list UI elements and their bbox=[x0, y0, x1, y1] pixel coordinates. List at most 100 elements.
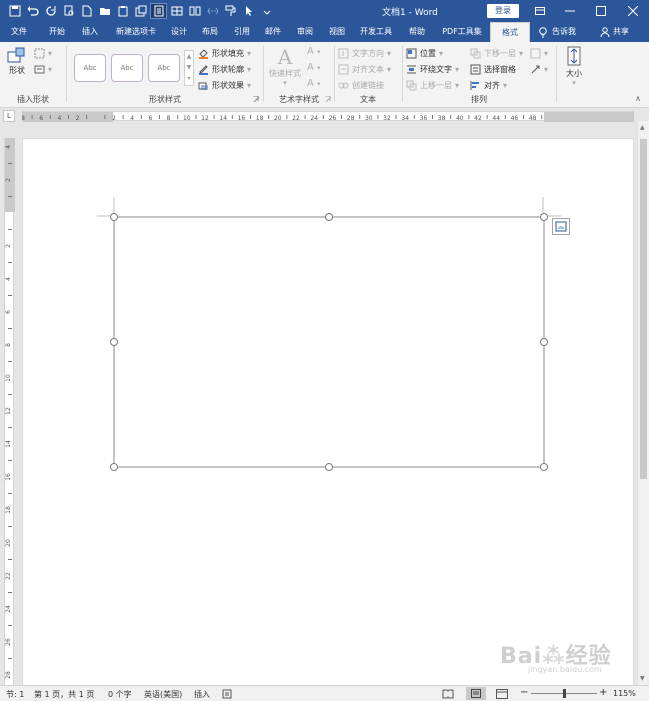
selected-shape[interactable] bbox=[113, 216, 545, 468]
scroll-thumb[interactable] bbox=[640, 139, 647, 479]
close-icon[interactable] bbox=[620, 0, 646, 22]
maximize-icon[interactable] bbox=[588, 0, 614, 22]
status-page[interactable]: 第 1 页，共 1 页 bbox=[34, 689, 94, 700]
zoom-slider-thumb[interactable] bbox=[563, 689, 566, 698]
text-box-icon[interactable]: ▾ bbox=[34, 64, 52, 75]
rotate-icon[interactable]: ▾ bbox=[530, 64, 548, 75]
ruler-tick-label: 34 bbox=[401, 115, 409, 122]
status-language[interactable]: 英语(美国) bbox=[144, 689, 182, 700]
resize-handles[interactable] bbox=[110, 213, 548, 471]
text-direction-button[interactable]: 文字方向 ▾ bbox=[338, 48, 391, 59]
print-layout-icon bbox=[471, 689, 481, 698]
tab-developer[interactable]: 开发工具 bbox=[355, 22, 397, 42]
format-painter-icon[interactable] bbox=[222, 3, 239, 19]
group-objects-icon[interactable]: ▾ bbox=[530, 48, 548, 59]
tab-new[interactable]: 新建选项卡 bbox=[109, 22, 163, 42]
align-button[interactable]: 对齐 ▾ bbox=[470, 80, 507, 91]
shape-effects-button[interactable]: 形状效果 ▾ bbox=[198, 80, 251, 91]
shape-fill-button[interactable]: 形状填充 ▾ bbox=[198, 48, 251, 59]
status-words[interactable]: 0 个字 bbox=[108, 689, 132, 700]
macro-record-icon[interactable] bbox=[222, 689, 232, 699]
new-icon[interactable] bbox=[78, 3, 95, 19]
layout-options-button[interactable] bbox=[552, 218, 570, 235]
tab-layout[interactable]: 布局 bbox=[195, 22, 225, 42]
divider bbox=[402, 46, 403, 102]
status-section[interactable]: 节: 1 bbox=[6, 689, 24, 700]
columns-icon[interactable] bbox=[186, 3, 203, 19]
scroll-up-icon[interactable]: ▲ bbox=[640, 124, 645, 131]
zoom-level[interactable]: 115% bbox=[613, 689, 636, 698]
login-button[interactable]: 登录 bbox=[487, 4, 519, 18]
save-as-icon[interactable] bbox=[132, 3, 149, 19]
tab-help[interactable]: 帮助 bbox=[403, 22, 431, 42]
page-break-icon[interactable] bbox=[204, 3, 221, 19]
tab-format[interactable]: 格式 bbox=[490, 22, 530, 42]
edit-shape-icon[interactable]: ▾ bbox=[34, 48, 52, 59]
shape-style-swatch[interactable]: Abc bbox=[74, 54, 106, 82]
align-text-button[interactable]: 对齐文本 ▾ bbox=[338, 64, 391, 75]
create-link-button[interactable]: 创建链接 bbox=[338, 80, 384, 91]
quick-access-toolbar bbox=[6, 3, 275, 19]
tab-pdf-tools[interactable]: PDF工具集 bbox=[436, 22, 488, 42]
group-label-arrange: 排列 bbox=[471, 95, 487, 104]
ribbon-display-options-icon[interactable] bbox=[527, 0, 553, 22]
tab-selector[interactable]: L bbox=[3, 110, 15, 122]
title-bar: 文档1 - Word 登录 bbox=[0, 0, 649, 22]
scroll-down-icon[interactable]: ▼ bbox=[640, 675, 645, 682]
shape-style-swatch[interactable]: Abc bbox=[148, 54, 180, 82]
tab-mailings[interactable]: 邮件 bbox=[258, 22, 288, 42]
tab-references[interactable]: 引用 bbox=[227, 22, 257, 42]
quick-styles-button[interactable]: A 快速样式 ▾ bbox=[267, 46, 303, 87]
minimize-icon[interactable] bbox=[557, 0, 583, 22]
text-outline-icon[interactable]: A ▾ bbox=[307, 62, 321, 73]
open-icon[interactable] bbox=[96, 3, 113, 19]
tab-view[interactable]: 视图 bbox=[322, 22, 352, 42]
ruler-tick-label: 6 bbox=[39, 115, 43, 122]
dialog-launcher-icon[interactable] bbox=[253, 96, 260, 103]
position-button[interactable]: 位置 ▾ bbox=[406, 48, 443, 59]
print-layout-view-button[interactable] bbox=[466, 687, 486, 700]
dialog-launcher-icon[interactable] bbox=[325, 96, 332, 103]
style-gallery-scroll[interactable]: ▲ ▼ ▾ bbox=[184, 50, 194, 86]
zoom-out-icon[interactable]: − bbox=[520, 687, 528, 698]
save-icon[interactable] bbox=[6, 3, 23, 19]
text-effects-icon[interactable]: A ▾ bbox=[307, 78, 321, 89]
bring-forward-button[interactable]: 上移一层 ▾ bbox=[406, 80, 459, 91]
web-layout-icon[interactable] bbox=[496, 689, 508, 699]
tab-home[interactable]: 开始 bbox=[40, 22, 74, 42]
read-mode-icon[interactable] bbox=[150, 3, 167, 19]
tell-me-search[interactable]: 告诉我 bbox=[538, 22, 576, 42]
select-icon[interactable] bbox=[240, 3, 257, 19]
selection-pane-button[interactable]: 选择窗格 bbox=[470, 64, 516, 75]
read-mode-view-icon[interactable] bbox=[442, 689, 454, 699]
align-label: 对齐 bbox=[484, 81, 500, 90]
horizontal-ruler[interactable]: 8 6 4 2 2 4 6 8 10 12 14 16 18 20 22 24 26 28 30 32 34 36 38 40… bbox=[21, 111, 634, 122]
ruler-tick-label: 24 bbox=[5, 605, 12, 613]
customize-icon[interactable] bbox=[258, 3, 275, 19]
shape-style-swatch[interactable]: Abc bbox=[111, 54, 143, 82]
document-page[interactable] bbox=[22, 138, 634, 686]
share-button[interactable]: 共享 bbox=[600, 22, 629, 42]
draw-table-icon[interactable] bbox=[168, 3, 185, 19]
paste-special-icon[interactable] bbox=[114, 3, 131, 19]
shapes-button[interactable]: 形状 bbox=[6, 46, 28, 75]
wrap-text-button[interactable]: 环绕文字 ▾ bbox=[406, 64, 459, 75]
shape-outline-button[interactable]: 形状轮廓 ▾ bbox=[198, 64, 251, 75]
vertical-scrollbar[interactable]: ▲ ▼ bbox=[637, 121, 649, 685]
wrap-text-label: 环绕文字 bbox=[420, 65, 452, 74]
zoom-slider[interactable] bbox=[531, 689, 597, 698]
status-mode[interactable]: 插入 bbox=[194, 689, 210, 700]
redo-icon[interactable] bbox=[42, 3, 59, 19]
collapse-ribbon-icon[interactable]: ∧ bbox=[635, 94, 641, 103]
tab-insert[interactable]: 插入 bbox=[75, 22, 105, 42]
tab-design[interactable]: 设计 bbox=[164, 22, 194, 42]
size-button[interactable]: 大小 ▾ bbox=[560, 46, 588, 87]
tab-file[interactable]: 文件 bbox=[4, 22, 34, 42]
tab-review[interactable]: 审阅 bbox=[290, 22, 320, 42]
print-preview-icon[interactable] bbox=[60, 3, 77, 19]
send-backward-button[interactable]: 下移一层 ▾ bbox=[470, 48, 523, 59]
vertical-ruler[interactable]: 4 2 2 4 6 8 10 12 14 16 18 20 22 24 26 28 bbox=[4, 138, 15, 692]
undo-icon[interactable] bbox=[24, 3, 41, 19]
zoom-in-icon[interactable]: + bbox=[599, 687, 607, 698]
text-fill-icon[interactable]: A ▾ bbox=[307, 46, 321, 57]
